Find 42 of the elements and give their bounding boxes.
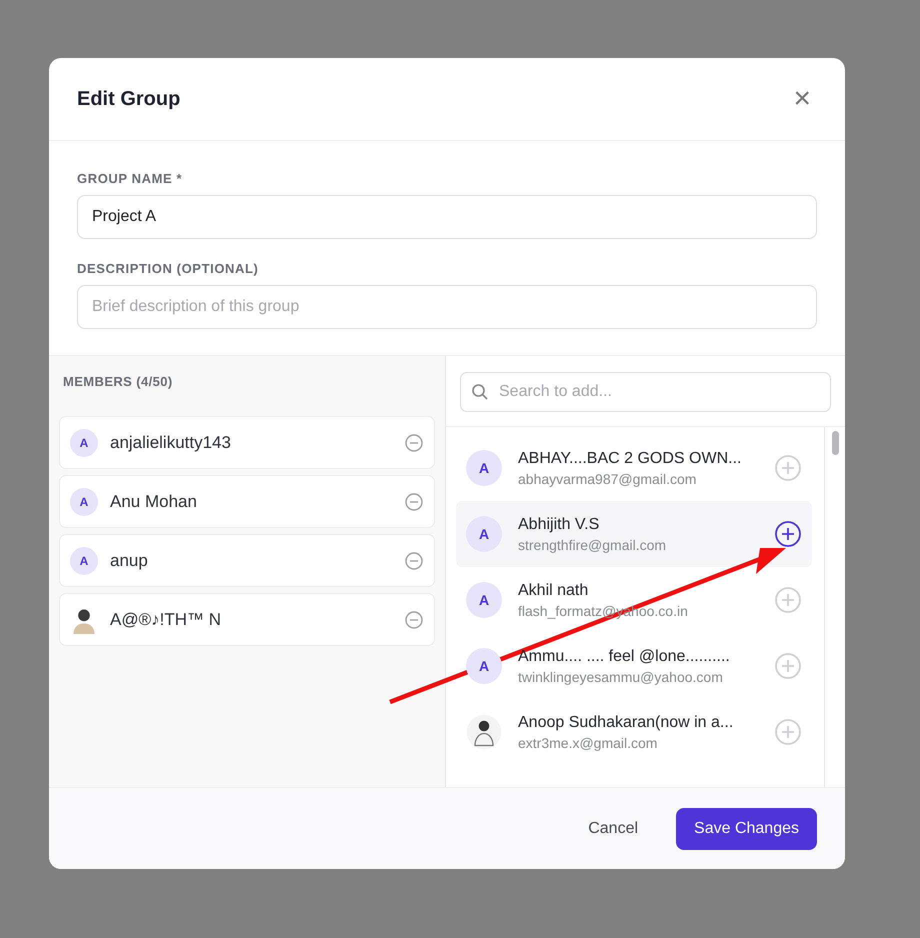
avatar: A bbox=[466, 648, 502, 684]
contact-name: ABHAY....BAC 2 GODS OWN... bbox=[518, 450, 742, 468]
avatar: A bbox=[70, 428, 98, 456]
contact-name: Akhil nath bbox=[518, 582, 590, 600]
contact-name: Ammu.... .... feel @lone.......... bbox=[518, 648, 731, 666]
avatar: A bbox=[466, 582, 502, 618]
avatar: A bbox=[466, 516, 502, 552]
remove-icon[interactable] bbox=[404, 492, 424, 512]
input-field[interactable]: Project A bbox=[77, 195, 817, 239]
contact-email: abhayvarma987@gmail.com bbox=[518, 470, 698, 486]
scrollbar-thumb[interactable] bbox=[832, 431, 838, 455]
person-avatar-icon bbox=[466, 714, 502, 750]
search-field[interactable]: Search to add... bbox=[460, 372, 831, 412]
add-icon[interactable] bbox=[774, 520, 802, 548]
member-name: A@®♪!TH™ N bbox=[110, 610, 222, 630]
cancel-button[interactable]: Cancel bbox=[574, 808, 652, 850]
contact-row[interactable]: A ABHAY....BAC 2 GODS OWN... abhayvarma987@gmail.com bbox=[456, 435, 812, 501]
close-button[interactable]: × bbox=[787, 84, 817, 114]
field-label: GROUP NAME * bbox=[77, 171, 184, 186]
remove-icon[interactable] bbox=[404, 432, 424, 452]
member-name: anup bbox=[110, 550, 149, 570]
contact-email: strengthfire@gmail.com bbox=[518, 536, 668, 552]
contact-email: twinklingeyesammu@yahoo.com bbox=[518, 668, 724, 684]
contact-row[interactable]: Anoop Sudhakaran(now in a... extr3me.x@gmail.com bbox=[456, 699, 812, 765]
dialog-title: Edit Group bbox=[77, 88, 180, 110]
member-name: Anu Mohan bbox=[110, 492, 198, 512]
contact-name: Abhijith V.S bbox=[518, 516, 600, 534]
remove-icon[interactable] bbox=[404, 550, 424, 570]
avatar: A bbox=[466, 450, 502, 486]
contact-email: extr3me.x@gmail.com bbox=[518, 734, 658, 750]
contact-row[interactable]: A Ammu.... .... feel @lone.......... twinklingeyesammu@yahoo.com bbox=[456, 633, 812, 699]
member-name: anjalielikutty143 bbox=[110, 432, 232, 452]
save-button[interactable]: Save Changes bbox=[676, 808, 817, 850]
field-label: DESCRIPTION (OPTIONAL) bbox=[77, 261, 260, 276]
input-field[interactable]: Brief description of this group bbox=[77, 285, 817, 329]
remove-icon[interactable] bbox=[404, 610, 424, 630]
avatar: A bbox=[70, 488, 98, 516]
contact-row[interactable]: A Abhijith V.S strengthfire@gmail.com bbox=[456, 501, 812, 567]
avatar: A bbox=[70, 546, 98, 574]
search-icon bbox=[470, 382, 490, 402]
members-heading: MEMBERS (4/50) bbox=[62, 372, 174, 391]
contact-name: Anoop Sudhakaran(now in a... bbox=[518, 714, 734, 732]
